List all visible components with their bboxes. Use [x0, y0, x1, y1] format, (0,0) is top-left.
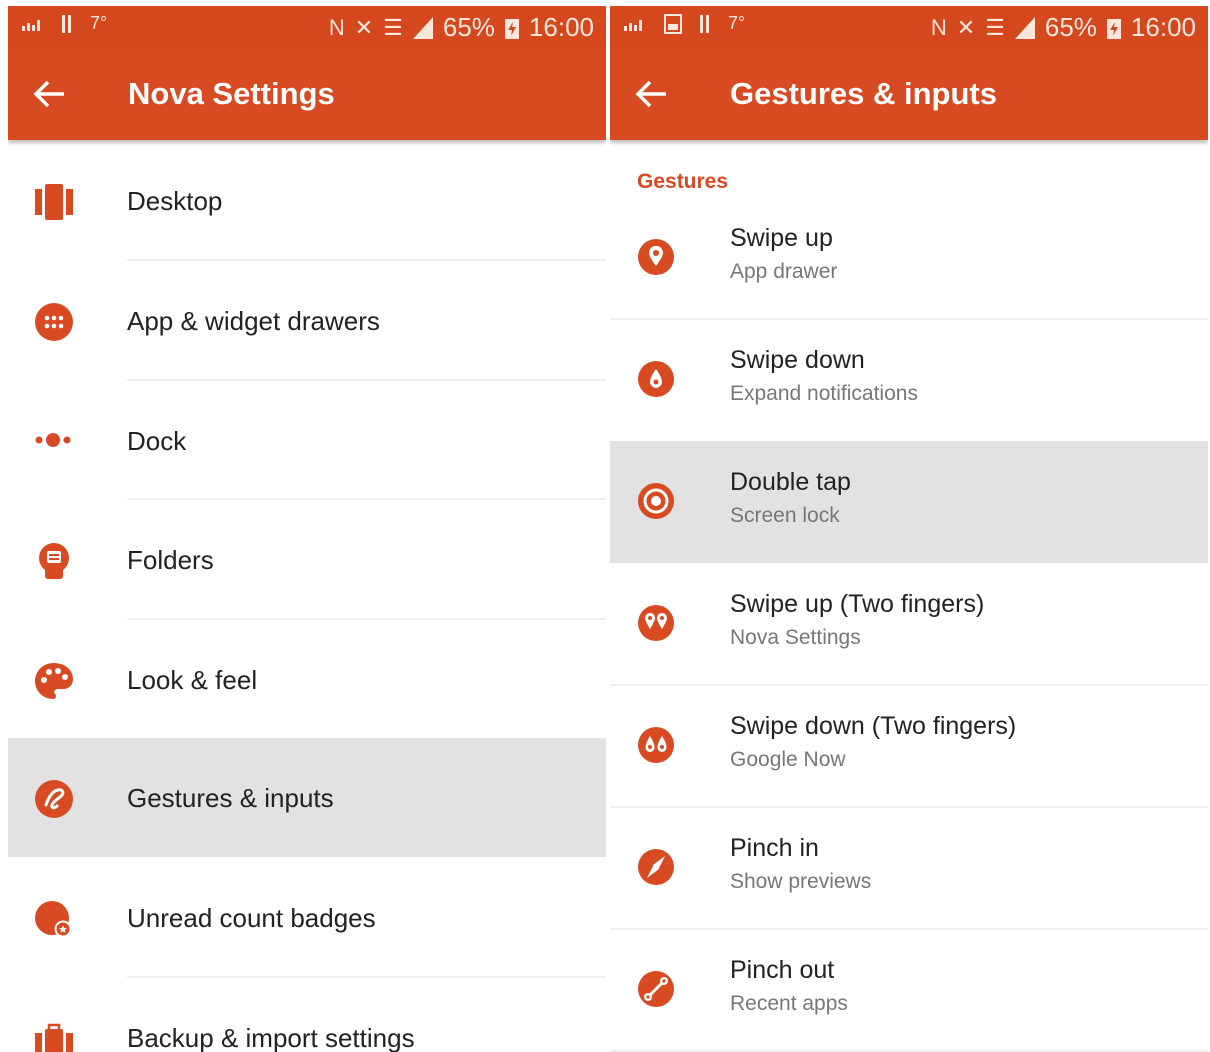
settings-item-folders[interactable]: Folders [8, 500, 606, 619]
battery-charging-icon [1106, 18, 1121, 39]
mute-icon: ✕ [956, 14, 976, 40]
temperature: 7° [90, 13, 108, 33]
gesture-title: Swipe up (Two fingers) [730, 590, 985, 618]
status-bar: 7° N ✕ ☰ 65% 16:00 [610, 6, 1208, 48]
gesture-item-swipe-down[interactable]: Swipe down Expand notifications [610, 319, 1208, 441]
gestures-inputs-screen: 7° N ✕ ☰ 65% 16:00 Gestures & inputs Ges… [610, 0, 1208, 1052]
app-drawer-icon [35, 303, 73, 341]
battery-charging-icon [504, 18, 519, 39]
wifi-icon: ☰ [383, 14, 403, 40]
status-bar: 7° N ✕ ☰ 65% 16:00 [8, 6, 606, 48]
settings-item-gestures-inputs[interactable]: Gestures & inputs [8, 738, 606, 857]
gesture-title: Double tap [730, 468, 851, 496]
gesture-item-swipe-up[interactable]: Swipe up App drawer [610, 197, 1208, 319]
gesture-action: App drawer [730, 260, 838, 283]
gesture-title: Pinch out [730, 956, 835, 984]
two-finger-swipe-down-icon [638, 727, 674, 763]
gesture-item-two-finger-swipe-up[interactable]: Swipe up (Two fingers) Nova Settings [610, 563, 1208, 685]
gesture-item-pinch-out[interactable]: Pinch out Recent apps [610, 929, 1208, 1051]
settings-item-backup-import[interactable]: Backup & import settings [8, 978, 606, 1052]
nfc-icon: N [328, 14, 345, 40]
folder-icon [39, 543, 69, 579]
pause-icon [62, 14, 71, 33]
gesture-title: Pinch in [730, 834, 819, 862]
gesture-title: Swipe up [730, 224, 833, 252]
arrow-back-icon[interactable] [632, 76, 672, 112]
settings-item-desktop[interactable]: Desktop [8, 141, 606, 260]
settings-item-unread-count-badges[interactable]: Unread count badges [8, 858, 606, 977]
cell-signal-icon [1014, 16, 1035, 39]
signal-bars-icon [22, 19, 40, 31]
gesture-item-double-tap[interactable]: Double tap Screen lock [610, 441, 1208, 563]
settings-item-app-widget-drawers[interactable]: App & widget drawers [8, 261, 606, 380]
badge-icon [35, 901, 72, 938]
pinch-in-icon [638, 849, 674, 885]
settings-item-label: Gestures & inputs [127, 783, 334, 813]
section-header-gestures: Gestures [637, 170, 729, 193]
gesture-action: Show previews [730, 870, 872, 893]
gesture-action: Recent apps [730, 992, 848, 1015]
nfc-icon: N [930, 14, 947, 40]
temperature: 7° [728, 13, 746, 33]
gesture-action: Nova Settings [730, 626, 861, 649]
palette-icon [35, 663, 73, 699]
pinch-out-icon [638, 971, 674, 1007]
toolbar: Nova Settings [8, 48, 606, 140]
settings-item-label: Dock [127, 426, 187, 456]
gesture-item-pinch-in[interactable]: Pinch in Show previews [610, 807, 1208, 929]
arrow-back-icon[interactable] [30, 76, 70, 112]
dock-icon [35, 433, 71, 447]
mute-icon: ✕ [354, 14, 374, 40]
battery-percent: 65% [1044, 12, 1097, 42]
signal-bars-icon [624, 19, 642, 31]
clock: 16:00 [528, 12, 594, 42]
gesture-title: Swipe down [730, 346, 865, 374]
page-title: Nova Settings [128, 76, 335, 111]
screenshot-icon [664, 13, 682, 34]
gesture-item-two-finger-swipe-down[interactable]: Swipe down (Two fingers) Google Now [610, 685, 1208, 807]
backup-icon [35, 1023, 73, 1052]
settings-item-look-feel[interactable]: Look & feel [8, 620, 606, 739]
page-title: Gestures & inputs [730, 76, 997, 111]
battery-percent: 65% [442, 12, 495, 42]
desktop-icon [35, 184, 73, 220]
settings-item-label: Backup & import settings [127, 1023, 415, 1052]
swipe-down-icon [638, 361, 674, 397]
settings-item-label: Desktop [127, 186, 223, 216]
toolbar: Gestures & inputs [610, 48, 1208, 140]
settings-item-dock[interactable]: Dock [8, 381, 606, 500]
swipe-up-icon [638, 239, 674, 275]
gesture-action: Screen lock [730, 504, 840, 527]
settings-item-label: App & widget drawers [127, 306, 380, 336]
settings-item-label: Folders [127, 545, 214, 575]
settings-item-label: Look & feel [127, 665, 258, 695]
cell-signal-icon [412, 16, 433, 39]
gesture-title: Swipe down (Two fingers) [730, 712, 1017, 740]
pause-icon [700, 14, 709, 33]
settings-item-label: Unread count badges [127, 903, 376, 933]
gesture-action: Google Now [730, 748, 846, 771]
double-tap-icon [638, 483, 674, 519]
nova-settings-screen: 7° N ✕ ☰ 65% 16:00 Nova Settings Desktop [8, 0, 606, 1052]
gesture-action: Expand notifications [730, 382, 918, 405]
two-finger-swipe-up-icon [638, 605, 674, 641]
clock: 16:00 [1130, 12, 1196, 42]
wifi-icon: ☰ [985, 14, 1005, 40]
gesture-icon [35, 780, 73, 818]
